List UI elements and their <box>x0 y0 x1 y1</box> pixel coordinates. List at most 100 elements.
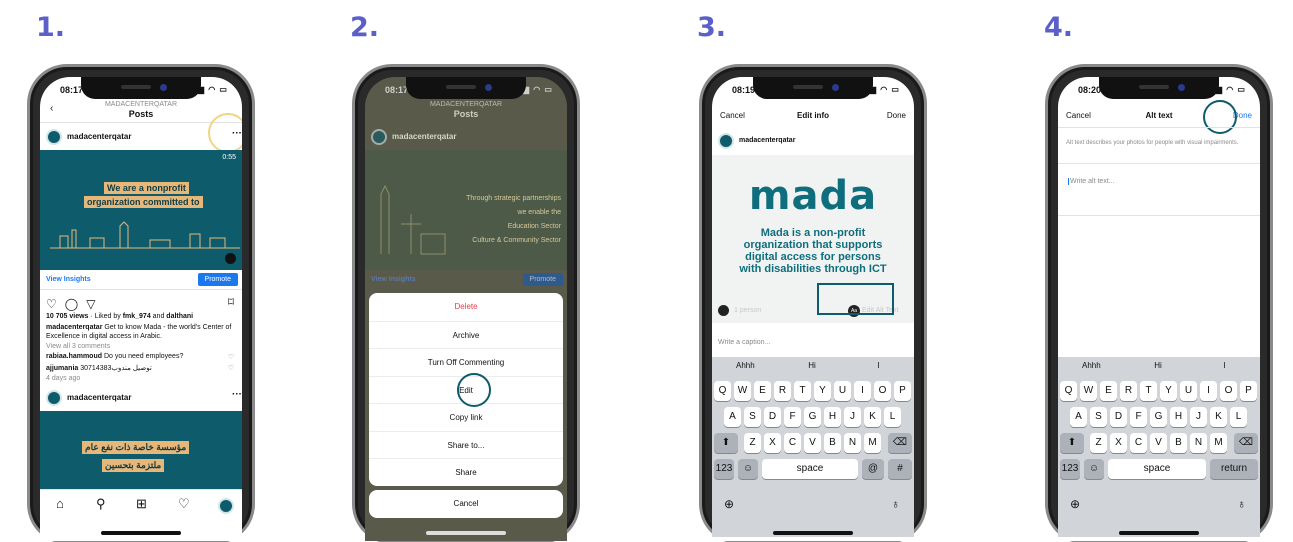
post-image-2[interactable]: مؤسسة خاصة ذات نفع عام ملتزمة بتحسين <box>40 411 242 489</box>
key-d[interactable]: D <box>764 407 781 427</box>
key-o[interactable]: O <box>1220 381 1237 401</box>
globe-icon[interactable]: ⊕ <box>724 497 734 511</box>
key-at[interactable]: @ <box>862 459 884 479</box>
tag-people-label[interactable]: 1 person <box>734 307 761 314</box>
backspace-key-icon[interactable]: ⌫ <box>1234 433 1258 453</box>
suggestion-1[interactable]: Ahhh <box>1058 361 1125 370</box>
key-123[interactable]: 123 <box>714 459 734 479</box>
shift-key-icon[interactable]: ⬆ <box>1060 433 1084 453</box>
profile-icon[interactable] <box>218 498 234 514</box>
key-y[interactable]: Y <box>814 381 831 401</box>
key-c[interactable]: C <box>1130 433 1147 453</box>
alt-text-input[interactable]: Write alt text... <box>1068 178 1115 185</box>
comment-icon[interactable]: ◯ <box>65 297 78 311</box>
suggestion-1[interactable]: Ahhh <box>712 361 779 370</box>
menu-item-delete[interactable]: Delete <box>369 293 563 321</box>
key-j[interactable]: J <box>1190 407 1207 427</box>
globe-icon[interactable]: ⊕ <box>1070 497 1080 511</box>
key-c[interactable]: C <box>784 433 801 453</box>
key-m[interactable]: M <box>864 433 881 453</box>
key-d[interactable]: D <box>1110 407 1127 427</box>
key-v[interactable]: V <box>804 433 821 453</box>
key-q[interactable]: Q <box>714 381 731 401</box>
plus-icon[interactable]: ⊞ <box>136 496 147 512</box>
microphone-icon[interactable]: ♁ <box>891 497 900 511</box>
key-w[interactable]: W <box>734 381 751 401</box>
backspace-key-icon[interactable]: ⌫ <box>888 433 912 453</box>
key-g[interactable]: G <box>804 407 821 427</box>
post-username[interactable]: madacenterqatar <box>67 132 131 141</box>
key-g[interactable]: G <box>1150 407 1167 427</box>
menu-item-turn-off-commenting[interactable]: Turn Off Commenting <box>369 348 563 376</box>
menu-item-share-to[interactable]: Share to... <box>369 430 563 459</box>
key-a[interactable]: A <box>1070 407 1087 427</box>
more-options-button-2[interactable]: ··· <box>232 389 242 400</box>
key-r[interactable]: R <box>1120 381 1137 401</box>
key-m[interactable]: M <box>1210 433 1227 453</box>
key-y[interactable]: Y <box>1160 381 1177 401</box>
key-o[interactable]: O <box>874 381 891 401</box>
menu-item-share[interactable]: Share <box>369 458 563 486</box>
key-u[interactable]: U <box>834 381 851 401</box>
key-p[interactable]: P <box>1240 381 1257 401</box>
key-q[interactable]: Q <box>1060 381 1077 401</box>
cancel-button[interactable]: Cancel <box>369 490 563 518</box>
space-key[interactable]: space <box>762 459 858 479</box>
key-u[interactable]: U <box>1180 381 1197 401</box>
search-icon[interactable]: ⚲ <box>96 496 106 512</box>
done-button[interactable]: Done <box>887 111 906 120</box>
key-i[interactable]: I <box>854 381 871 401</box>
bookmark-icon[interactable]: ⌑ <box>228 295 234 309</box>
key-n[interactable]: N <box>844 433 861 453</box>
avatar[interactable] <box>46 390 62 406</box>
key-k[interactable]: K <box>1210 407 1227 427</box>
key-123[interactable]: 123 <box>1060 459 1080 479</box>
mute-icon[interactable] <box>225 253 236 264</box>
key-i[interactable]: I <box>1200 381 1217 401</box>
key-h[interactable]: H <box>824 407 841 427</box>
suggestion-3[interactable]: I <box>1191 361 1258 370</box>
key-f[interactable]: F <box>1130 407 1147 427</box>
key-w[interactable]: W <box>1080 381 1097 401</box>
key-z[interactable]: Z <box>744 433 761 453</box>
key-s[interactable]: S <box>744 407 761 427</box>
return-key[interactable]: return <box>1210 459 1258 479</box>
key-hash[interactable]: # <box>888 459 912 479</box>
view-insights-link[interactable]: View Insights <box>46 276 91 283</box>
key-f[interactable]: F <box>784 407 801 427</box>
post-username-2[interactable]: madacenterqatar <box>67 393 131 402</box>
caption-input[interactable]: Write a caption... <box>718 339 770 346</box>
liked-user-2[interactable]: dalthani <box>166 313 193 320</box>
key-e[interactable]: E <box>754 381 771 401</box>
menu-item-copy-link[interactable]: Copy link <box>369 403 563 431</box>
emoji-key-icon[interactable]: ☺ <box>1084 459 1104 479</box>
suggestion-2[interactable]: Hi <box>779 361 846 370</box>
heart-icon[interactable]: ♡ <box>178 496 190 512</box>
liked-user-1[interactable]: fmk_974 <box>123 313 151 320</box>
avatar[interactable] <box>46 129 62 145</box>
promote-button[interactable]: Promote <box>197 273 238 286</box>
home-icon[interactable]: ⌂ <box>56 496 64 511</box>
comment-1-user[interactable]: rabiaa.hammoud <box>46 353 102 360</box>
suggestion-2[interactable]: Hi <box>1125 361 1192 370</box>
key-k[interactable]: K <box>864 407 881 427</box>
space-key[interactable]: space <box>1108 459 1206 479</box>
key-z[interactable]: Z <box>1090 433 1107 453</box>
post-video[interactable]: 0:55 We are a nonprofit organization com… <box>40 150 242 270</box>
key-t[interactable]: T <box>1140 381 1157 401</box>
key-b[interactable]: B <box>824 433 841 453</box>
like-icon[interactable]: ♡ <box>46 297 57 311</box>
key-x[interactable]: X <box>1110 433 1127 453</box>
microphone-icon[interactable]: ♁ <box>1237 497 1246 511</box>
key-n[interactable]: N <box>1190 433 1207 453</box>
caption-username[interactable]: madacenterqatar <box>46 324 102 331</box>
key-s[interactable]: S <box>1090 407 1107 427</box>
key-j[interactable]: J <box>844 407 861 427</box>
key-x[interactable]: X <box>764 433 781 453</box>
share-icon[interactable]: ▽ <box>86 297 95 311</box>
comment-like-icon[interactable]: ♡ <box>228 353 234 361</box>
key-b[interactable]: B <box>1170 433 1187 453</box>
key-p[interactable]: P <box>894 381 911 401</box>
key-a[interactable]: A <box>724 407 741 427</box>
key-l[interactable]: L <box>1230 407 1247 427</box>
